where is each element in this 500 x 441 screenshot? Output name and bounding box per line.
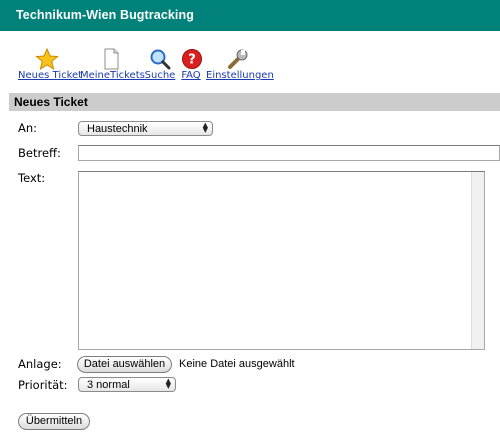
wrench-icon (228, 49, 248, 69)
select-arrows-icon: ▲ ▼ (165, 377, 171, 390)
nav-neues-ticket[interactable]: Neues Ticket (18, 48, 82, 81)
an-label: An: (18, 121, 38, 135)
nav-suche[interactable]: Suche (144, 48, 176, 81)
betreff-label: Betreff: (18, 146, 61, 160)
anlage-label: Anlage: (18, 357, 62, 371)
app-title: Technikum-Wien Bugtracking (16, 8, 194, 22)
text-area[interactable] (78, 171, 485, 350)
section-title: Neues Ticket (14, 95, 88, 109)
prioritaet-label: Priorität: (18, 378, 68, 392)
star-icon (35, 48, 59, 70)
recipient-select-value: Haustechnik (87, 123, 148, 135)
help-icon: ? (182, 49, 202, 69)
submit-button[interactable]: Übermitteln (18, 413, 90, 430)
main-nav: Neues Ticket MeineTickets Suche ? FAQ Ei… (0, 48, 500, 84)
betreff-field[interactable] (78, 145, 500, 161)
choose-file-button[interactable]: Datei auswählen (77, 356, 172, 373)
section-header: Neues Ticket (9, 93, 500, 111)
recipient-select[interactable]: Haustechnik ▲ ▼ (78, 121, 213, 136)
nav-einstellungen[interactable]: Einstellungen (206, 48, 274, 81)
text-area-scrollbar[interactable] (471, 172, 484, 349)
magnifier-icon (150, 49, 171, 70)
text-label: Text: (18, 171, 46, 185)
file-status: Keine Datei ausgewählt (179, 358, 295, 370)
app-header: Technikum-Wien Bugtracking (0, 0, 500, 31)
document-icon (104, 48, 119, 70)
nav-faq[interactable]: ? FAQ (180, 48, 202, 81)
priority-select-value: 3 normal (87, 379, 130, 391)
svg-text:?: ? (188, 53, 196, 68)
priority-select[interactable]: 3 normal ▲ ▼ (78, 377, 176, 392)
nav-meine-tickets[interactable]: MeineTickets (80, 48, 145, 81)
select-arrows-icon: ▲ ▼ (202, 121, 208, 134)
